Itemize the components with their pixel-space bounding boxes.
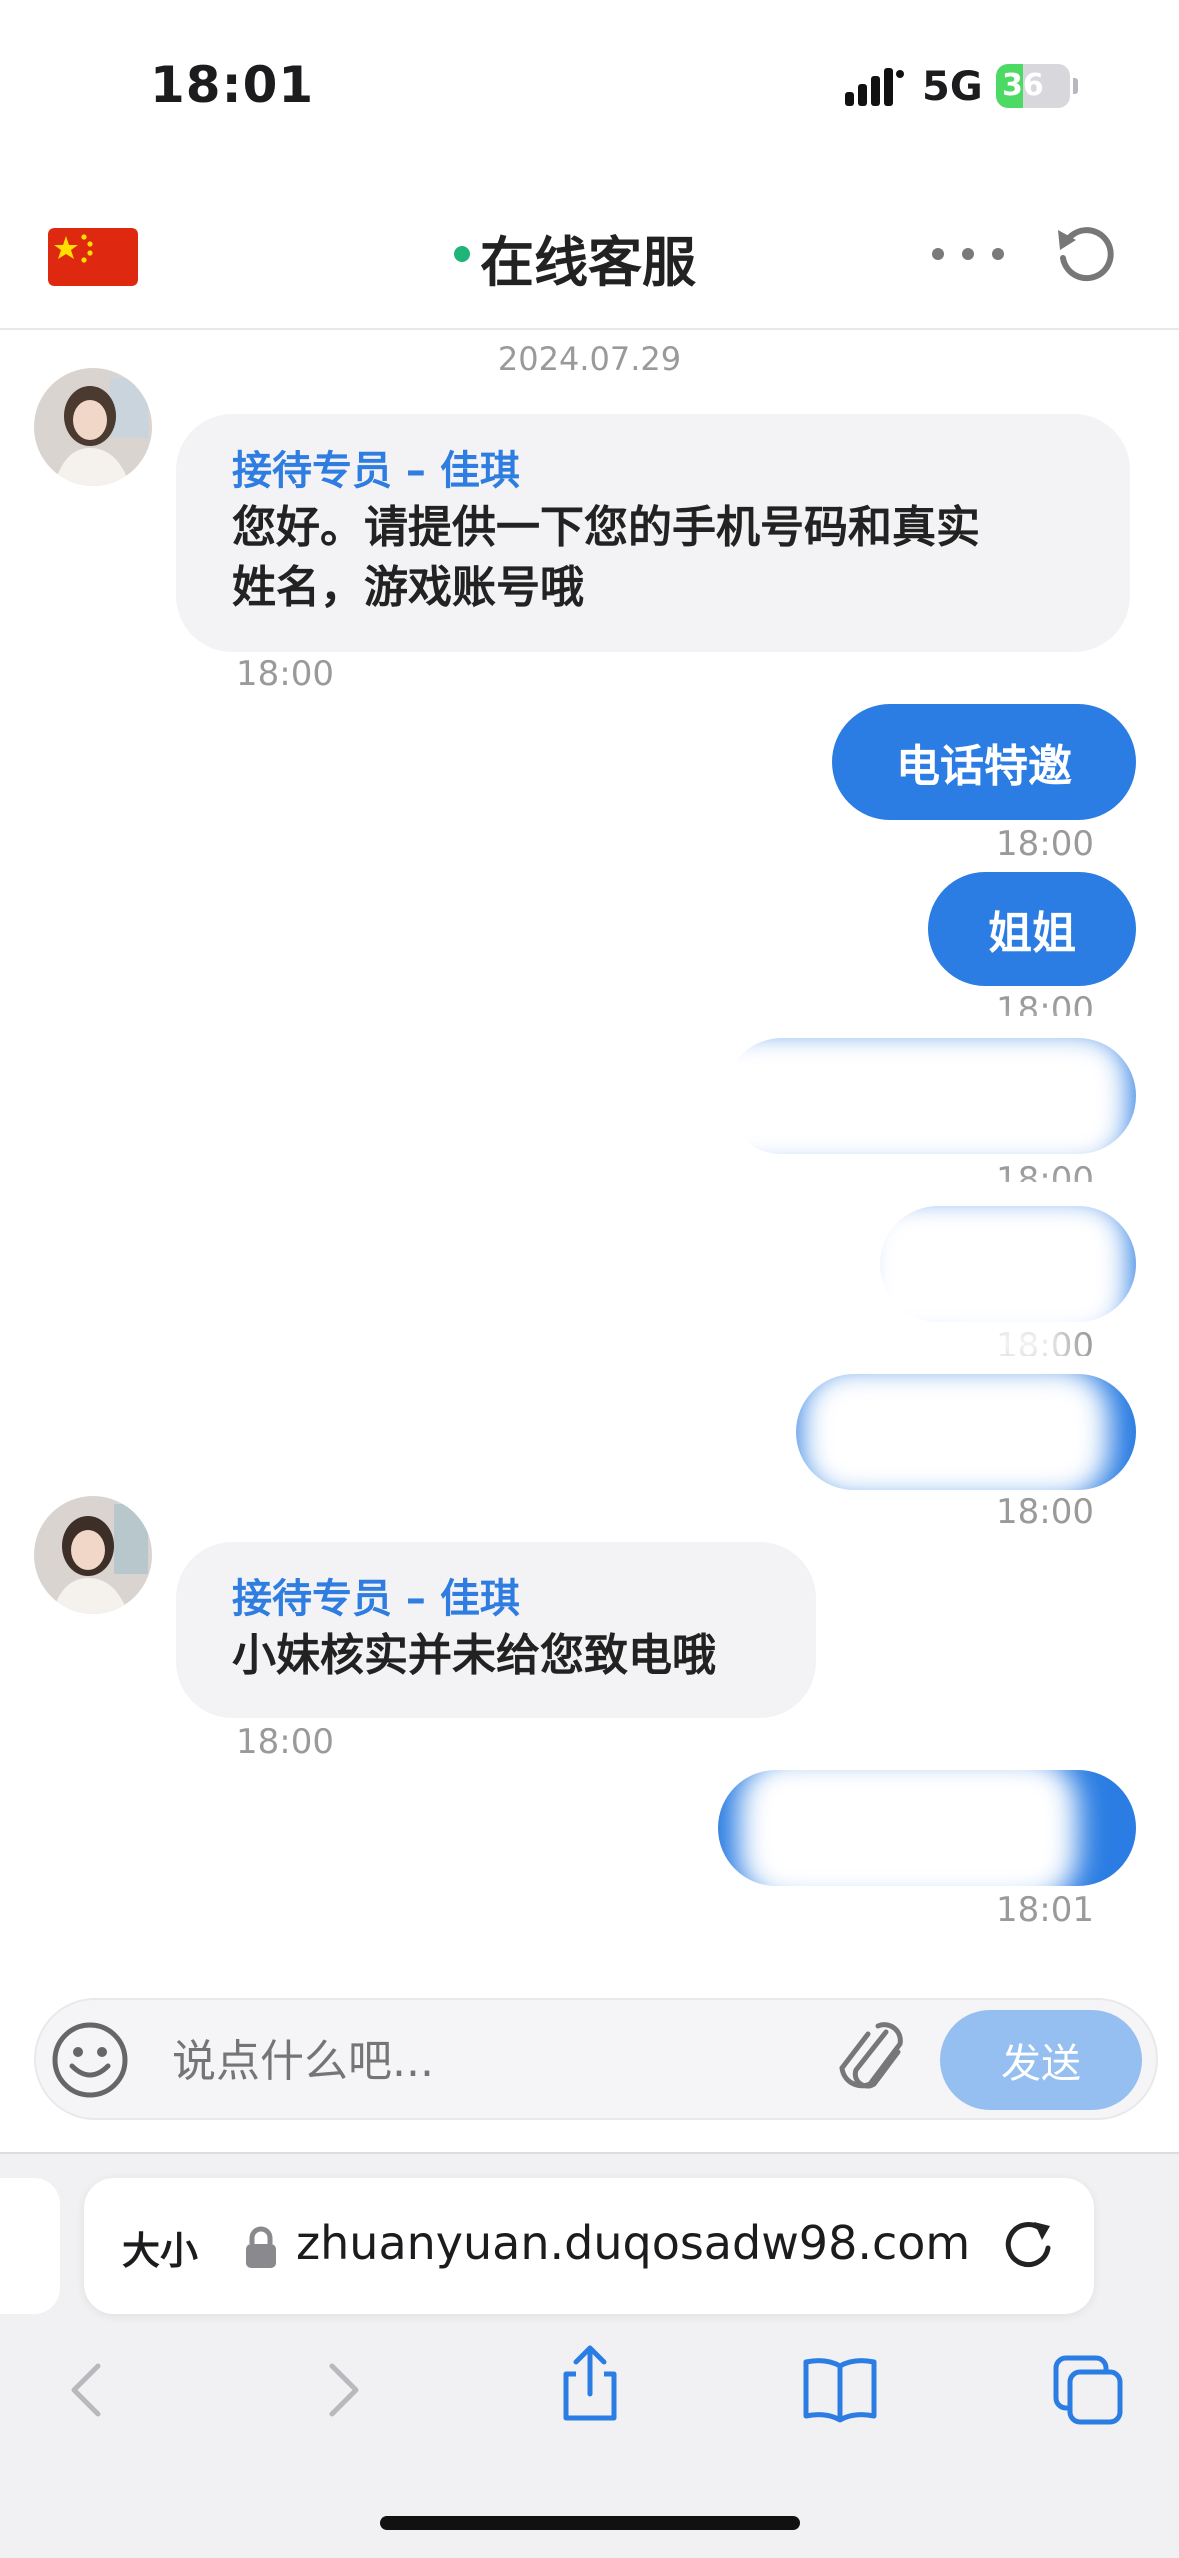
- user-message-text: 电话特邀: [896, 741, 1072, 792]
- forward-icon[interactable]: [302, 2350, 382, 2430]
- redaction-overlay: [950, 1322, 1070, 1362]
- agent-avatar[interactable]: [34, 368, 152, 486]
- redaction-overlay: [690, 1030, 1130, 1170]
- agent-name: 接待专员 – 佳琪: [232, 448, 520, 494]
- china-flag-icon[interactable]: [48, 228, 138, 286]
- online-status-dot: [454, 246, 470, 262]
- agent-message-text: 小妹核实并未给您致电哦: [232, 1630, 716, 1681]
- agent-avatar[interactable]: [34, 1496, 152, 1614]
- message-input[interactable]: [160, 2018, 824, 2104]
- network-type: 5G: [922, 64, 983, 110]
- battery-level: 36: [1002, 68, 1044, 103]
- user-message-text: 姐姐: [988, 908, 1076, 959]
- share-icon[interactable]: [550, 2344, 630, 2424]
- tabs-icon[interactable]: [1048, 2350, 1128, 2430]
- text-size-button[interactable]: 大小: [122, 2220, 198, 2275]
- message-time: 18:00: [236, 1722, 334, 1762]
- user-message-bubble: 姐姐: [928, 872, 1136, 986]
- message-time: 18:00: [996, 1160, 1094, 1182]
- cellular-signal-icon: [845, 68, 904, 106]
- refresh-icon[interactable]: [1054, 222, 1116, 284]
- agent-message-text: 姓名，游戏账号哦: [232, 562, 584, 613]
- send-button[interactable]: 发送: [940, 2010, 1142, 2110]
- battery-indicator: 36: [996, 64, 1080, 108]
- message-time: 18:00: [236, 654, 334, 694]
- message-time: 18:00: [996, 990, 1094, 1016]
- url-text[interactable]: zhuanyuan.duqosadw98.com: [296, 2216, 970, 2270]
- previous-tab-preview[interactable]: [0, 2178, 60, 2314]
- emoji-icon[interactable]: [50, 2020, 130, 2100]
- chat-date: 2024.07.29: [497, 340, 682, 378]
- status-time: 18:01: [150, 56, 315, 114]
- home-indicator: [380, 2516, 800, 2530]
- agent-message-text: 您好。请提供一下您的手机号码和真实: [232, 502, 980, 553]
- redaction-overlay: [738, 1756, 1078, 1904]
- user-message-bubble: 电话特邀: [832, 704, 1136, 820]
- page-title: 在线客服: [480, 231, 696, 294]
- message-time: 18:01: [996, 1890, 1094, 1930]
- lock-icon: [246, 2226, 276, 2268]
- paperclip-icon[interactable]: [834, 2018, 908, 2100]
- more-icon[interactable]: [930, 246, 1006, 262]
- back-icon[interactable]: [48, 2350, 128, 2430]
- bookmarks-icon[interactable]: [800, 2350, 880, 2430]
- message-time: 18:00: [996, 824, 1094, 864]
- message-time: 18:00: [996, 1492, 1094, 1532]
- agent-name: 接待专员 – 佳琪: [232, 1576, 520, 1622]
- reload-icon[interactable]: [998, 2214, 1058, 2274]
- redaction-overlay: [800, 1366, 1110, 1500]
